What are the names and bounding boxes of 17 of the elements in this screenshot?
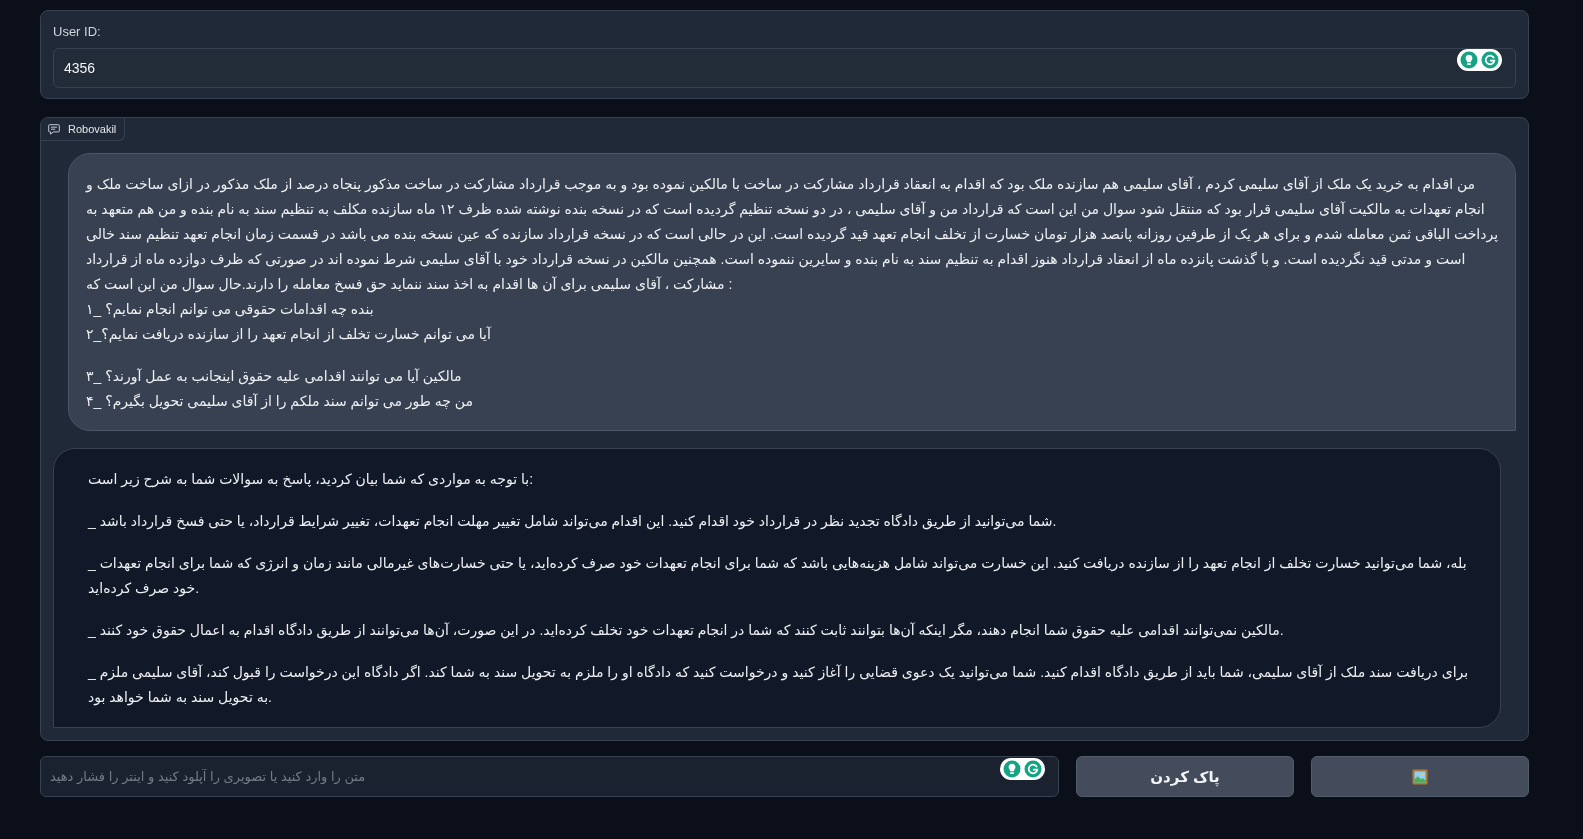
message-text: ۲_آیا می توانم خسارت تخلف از انجام تعهد را از سازنده دریافت نمایم؟ [86,325,493,345]
message-text: ۳_ مالکین آیا می توانند اقدامی علیه حقوق اینجانب به عمل آورند؟ [86,367,463,387]
message-text: _ بله، شما می‌توانید خسارت تخلف از انجام تعهد را از سازنده دریافت کنید. این خسارت می‌تواند شامل هزینه‌هایی باشد که شما برای انجام تعهدات خود صرف کرده‌اید، یا حتی خسارت‌های غیرمالی مانند زمان و انرژی که شما برای انجام تعهدات خود صرف کرده‌اید. [88,554,1468,599]
field-label: User ID: [53,23,101,41]
chatbot-label: Robovakil [68,122,117,136]
message-text: من اقدام به خرید یک ملک از آقای سلیمی کردم ، آقای سلیمی هم سازنده ملک بود که اقدام به انعقاد قرارداد مشارکت در ساخت با مالکین نموده بود و به موجب قرارداد مشارکت در ساخت مذکور پنجاه درصد از ملک مذکور در ازای ساخت ملک و انجام تعهدات به مالکیت آقای سلیمی قرار بود که منتقل شود سوال من این است که قرارداد من و آقای سلیمی ، در دو نسخه تنظیم گردیده است که در نسخه بنده نوشته شده ظرف ۱۲ ماه سازنده مکلف به تنظیم سند به نام بنده و من هم متعهد به پرداخت الباقی ثمن معامله شدم و برای هر یک از طرفین روزانه پانصد هزار تومان خسارت از تخلف انجام تعهد قید گردیده است. این در حالی است که در نسخه قرارداد سازنده که عین نسخه بنده می باشد در قسمت زمان انجام تعهد تنظیم سند خالی است و مدتی قید نگردیده است. و با گذشت پانزده ماه از انعقاد قرارداد هنوز اقدام به تنظیم سند به نام بنده و سایرین ننموده است. همچنین مالکین در نسخه قرارداد خود با آقای سلیمی شرط نموده اند در صورتی که ظرف دوازده ماه از قرارداد مشارکت ، آقای سلیمی برای آن ها اقدام به اخذ سند ننماید حق فسخ معامله را دارند.حال سوال من این است که : [86,175,1499,295]
clear-button[interactable]: پاک کردن [1076,756,1294,797]
message-text: با توجه به مواردی که شما بیان کردید، پاسخ به سوالات شما به شرح زیر است: [88,470,535,490]
message-text: ۱_ بنده چه اقدامات حقوقی می توانم انجام نمایم؟ [86,300,375,320]
message-text: _ شما می‌توانید از طریق دادگاه تجدید نظر در قرارداد خود اقدام کنید. این اقدام می‌تواند شامل تغییر مهلت انجام تعهدات، تغییر شرایط قرارداد، یا حتی فسخ قرارداد باشد. [88,512,1058,532]
message-text: ۴_ من چه طور می توانم سند ملکم را از آقای سلیمی تحویل بگیرم؟ [86,392,475,412]
framed-picture-icon [1412,768,1428,785]
chat-icon [48,123,60,135]
message-text: _ برای دریافت سند ملک از آقای سلیمی، شما باید از طریق دادگاه اقدام کنید. شما می‌توانید یک دعوی قضایی را آغاز کنید و درخواست کنید که دادگاه او را ملزم به تحویل سند به شما کند. اگر دادگاه این درخواست را قبول کند، آقای سلیمی ملزم به تحویل سند به شما خواهد بود. [88,663,1470,708]
message-input[interactable]: متن را وارد کنید یا تصویری را آپلود کنید و اینتر را فشار دهید [40,756,1059,797]
user-id-field[interactable]: 4356 [53,48,1516,88]
message-text: _ مالکین نمی‌توانند اقدامی علیه حقوق شما انجام دهند، مگر اینکه آن‌ها بتوانند ثابت کنند که شما در انجام تعهدات خود تخلف کرده‌اید. در این صورت، آن‌ها می‌توانند از طریق دادگاه اقدام به اعمال حقوق خود کنند. [88,621,1285,641]
